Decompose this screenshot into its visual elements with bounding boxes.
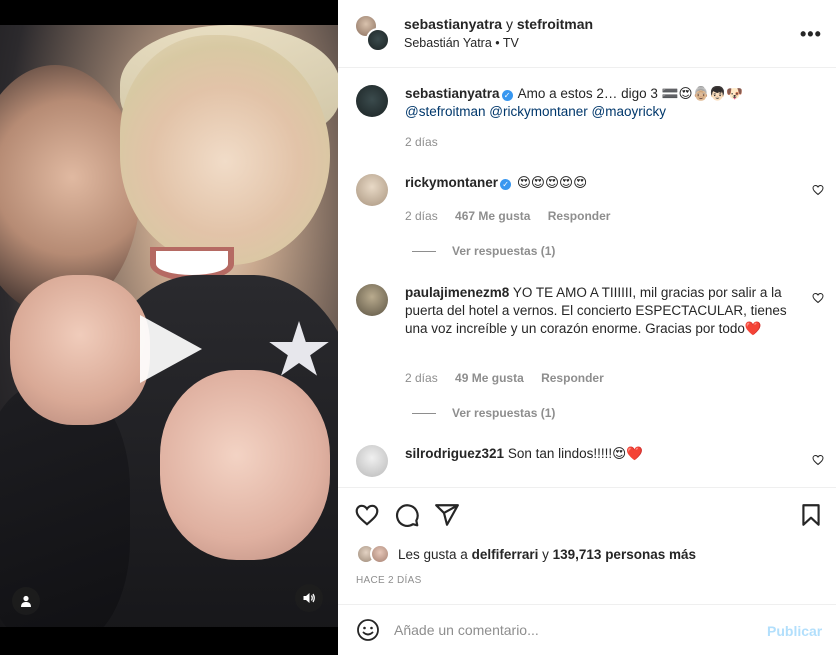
avatar[interactable] [356, 174, 388, 206]
collab-avatars[interactable] [354, 14, 390, 54]
timestamp[interactable]: 2 días [405, 371, 438, 385]
timestamp[interactable]: 2 días [405, 209, 438, 223]
reply-button[interactable]: Responder [541, 371, 604, 385]
liker-avatars [356, 544, 396, 566]
like-heart-icon[interactable] [354, 502, 380, 528]
avatar[interactable] [356, 445, 388, 477]
add-comment-bar: Publicar [338, 604, 836, 655]
save-bookmark-icon[interactable] [798, 502, 824, 528]
verified-icon: ✓ [500, 179, 512, 190]
emoji-icon[interactable] [356, 618, 380, 642]
avatar[interactable] [356, 284, 388, 316]
comment-username[interactable]: rickymontaner [405, 175, 498, 190]
tv-label[interactable]: TV [503, 36, 519, 50]
comment-input[interactable] [394, 619, 754, 641]
mention-link[interactable]: @stefroitman [405, 104, 485, 119]
comment-meta: 2 días 467 Me gusta Responder [405, 209, 624, 223]
video-player[interactable] [0, 25, 338, 627]
share-icon[interactable] [434, 502, 460, 528]
sound-button[interactable] [295, 584, 323, 612]
author-link[interactable]: sebastianyatra [404, 16, 502, 32]
post-actions: Les gusta a delfiferrari y 139,713 perso… [338, 487, 836, 604]
comments-list[interactable]: sebastianyatra ✓ Amo a estos 2… digo 3 🟰😍… [338, 69, 836, 487]
liker-username[interactable]: delfiferrari [472, 547, 539, 562]
comment-icon[interactable] [394, 502, 420, 528]
comment-likes[interactable]: 49 Me gusta [455, 371, 524, 385]
post-header: sebastianyatra y stefroitman Sebastián Y… [338, 0, 836, 68]
timestamp[interactable]: 2 días [405, 135, 438, 149]
speaker-icon [303, 593, 315, 603]
post-panel: sebastianyatra y stefroitman Sebastián Y… [338, 0, 836, 655]
publish-button[interactable]: Publicar [767, 623, 822, 639]
comment-username[interactable]: sebastianyatra [405, 86, 500, 101]
comment-username[interactable]: paulajimenezm8 [405, 285, 509, 300]
like-comment-heart-icon[interactable] [812, 454, 824, 466]
likes-count-button[interactable]: 139,713 personas más [553, 547, 696, 562]
avatar [366, 28, 390, 52]
like-comment-heart-icon[interactable] [812, 184, 824, 196]
comment-text: 😍😍😍😍😍 [516, 175, 588, 190]
like-comment-heart-icon[interactable] [812, 292, 824, 304]
reply-button[interactable]: Responder [548, 209, 611, 223]
play-icon[interactable] [140, 315, 202, 383]
more-options-button[interactable]: ••• [800, 24, 822, 45]
author-link[interactable]: stefroitman [517, 16, 593, 32]
post-subtitle: Sebastián Yatra • TV [404, 36, 519, 50]
post-timestamp[interactable]: HACE 2 DÍAS [356, 575, 422, 586]
post-media [0, 0, 338, 655]
user-icon [21, 595, 31, 607]
mention-link[interactable]: @rickymontaner [489, 104, 587, 119]
comment-likes[interactable]: 467 Me gusta [455, 209, 530, 223]
comment-meta: 2 días 49 Me gusta Responder [405, 371, 618, 385]
comment-text: Son tan lindos!!!!!😍❤️ [507, 446, 644, 461]
view-replies-button[interactable]: Ver respuestas (1) [412, 406, 555, 420]
caption-meta: 2 días [405, 135, 452, 149]
tagged-users-button[interactable] [12, 587, 40, 615]
avatar [370, 544, 390, 564]
verified-icon: ✓ [501, 90, 513, 101]
audio-artist-link[interactable]: Sebastián Yatra [404, 36, 492, 50]
avatar[interactable] [356, 85, 388, 117]
view-replies-button[interactable]: Ver respuestas (1) [412, 244, 555, 258]
caption-text: Amo a estos 2… digo 3 🟰😍👵🏼👦🏻🐶 [517, 86, 743, 101]
post-authors: sebastianyatra y stefroitman [404, 16, 594, 32]
comment-username[interactable]: silrodriguez321 [405, 446, 504, 461]
mention-link[interactable]: @maoyricky [592, 104, 666, 119]
